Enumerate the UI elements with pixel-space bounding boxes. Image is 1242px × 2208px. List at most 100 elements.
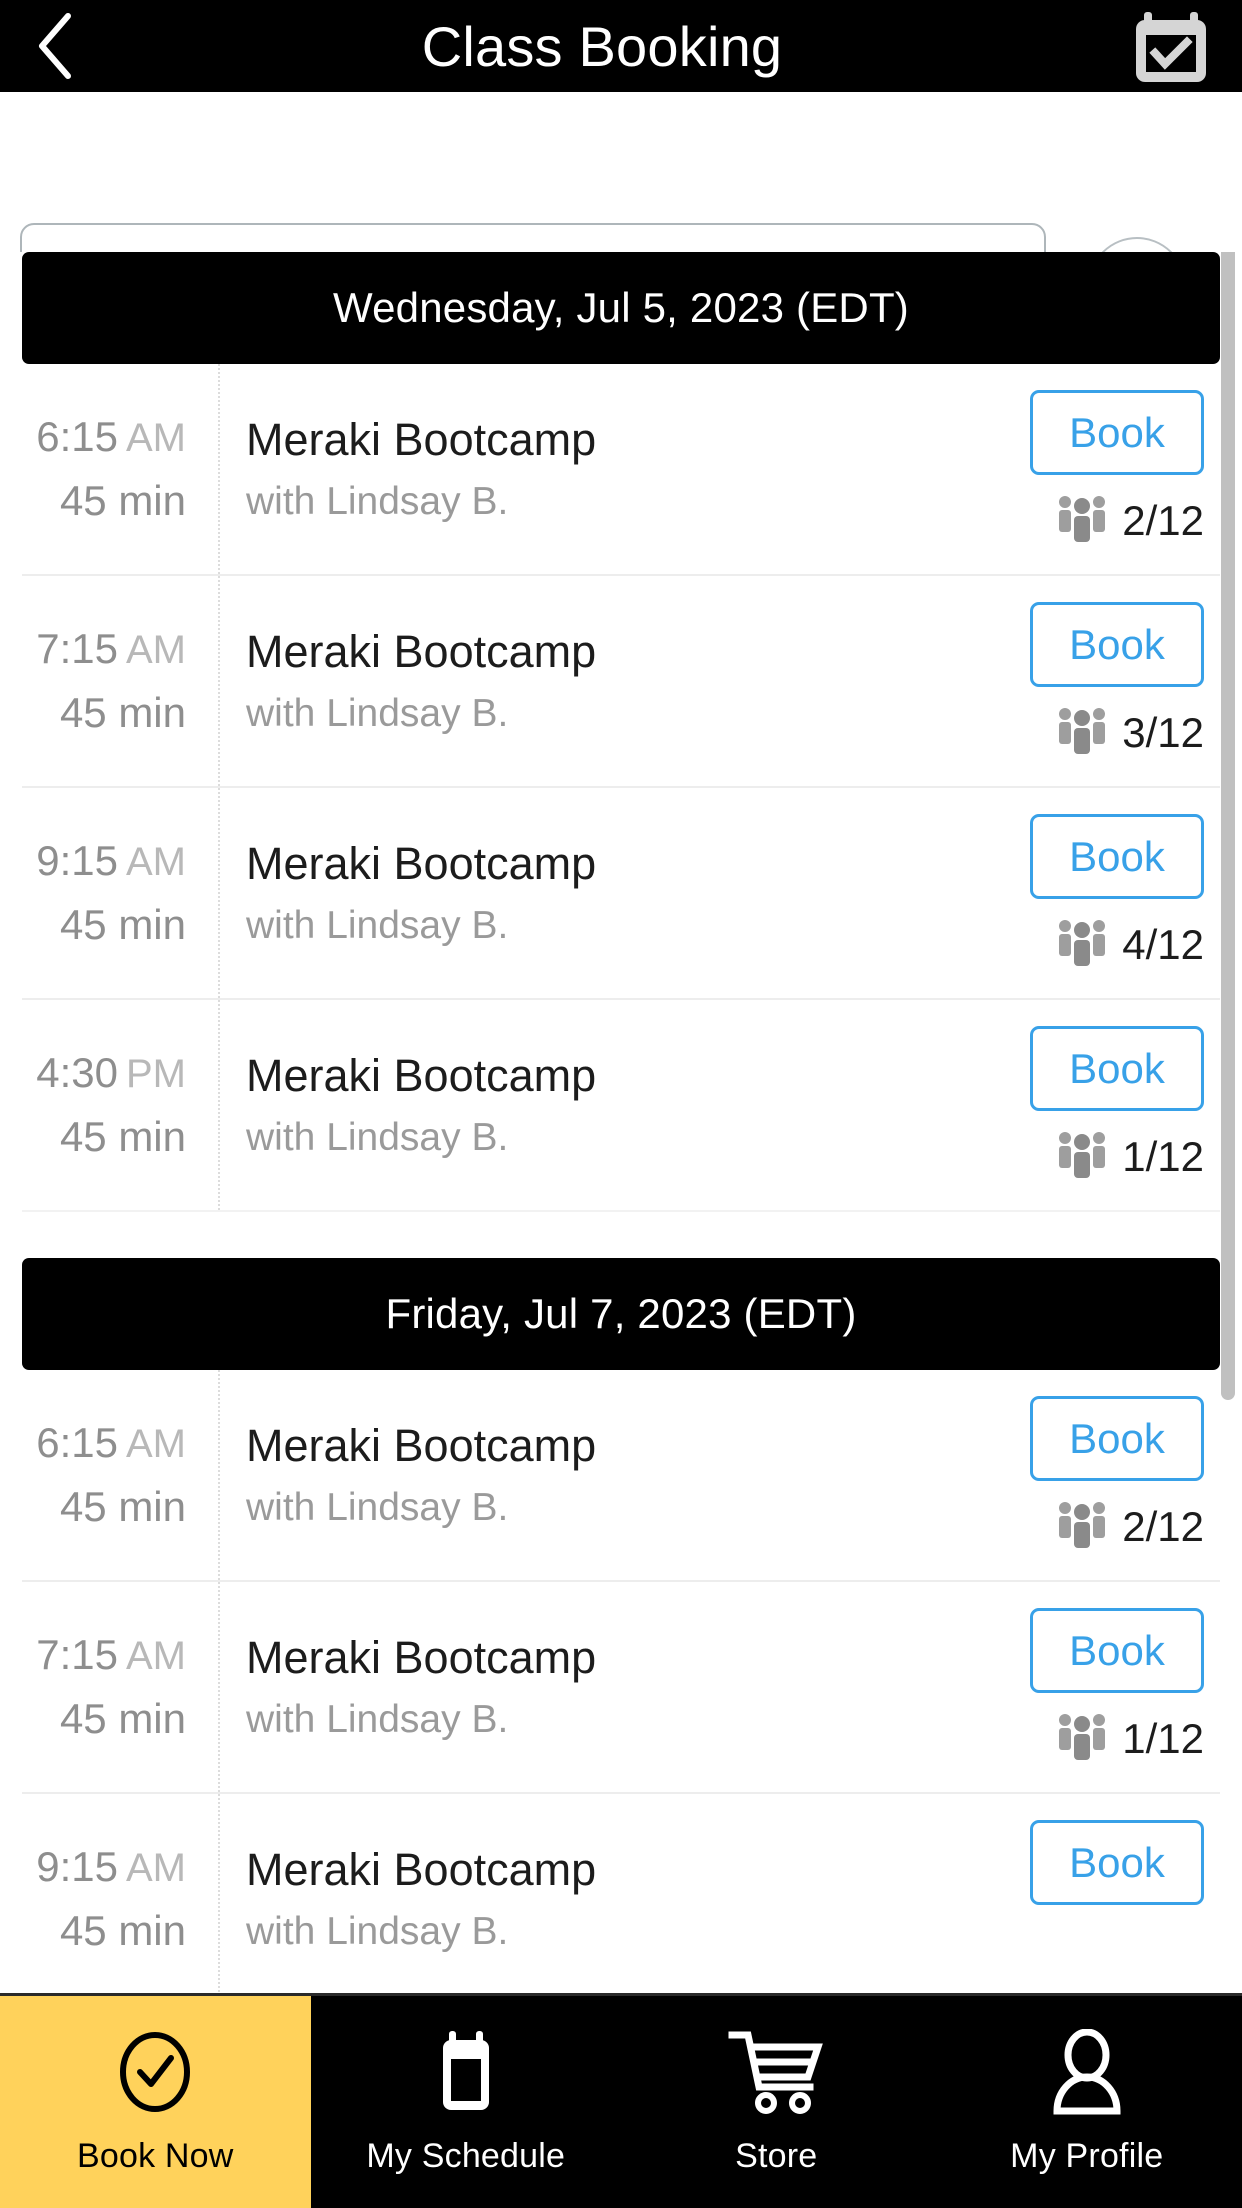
class-duration: 45 min	[59, 901, 186, 948]
class-info-column: Meraki Bootcamp with Lindsay B.	[218, 1050, 984, 1160]
class-action-column: Book 1/12	[984, 1608, 1220, 1766]
class-schedule-list[interactable]: Wednesday, Jul 5, 2023 (EDT) 6:15 AM 45 min…	[0, 252, 1242, 1992]
day-header: Friday, Jul 7, 2023 (EDT)	[22, 1258, 1220, 1370]
people-icon	[1059, 1714, 1106, 1760]
class-instructor: with Lindsay B.	[246, 692, 509, 735]
class-info-column: Meraki Bootcamp with Lindsay B.	[218, 1420, 984, 1530]
class-instructor: with Lindsay B.	[246, 1910, 509, 1953]
class-time-column: 7:15 AM 45 min	[22, 625, 218, 737]
class-time-column: 9:15 AM 45 min	[22, 1843, 218, 1955]
people-icon-wrap	[1054, 1129, 1110, 1184]
day-header-label: Wednesday, Jul 5, 2023 (EDT)	[333, 284, 909, 331]
row-divider	[218, 1582, 220, 1792]
day-header: Wednesday, Jul 5, 2023 (EDT)	[22, 252, 1220, 364]
book-button[interactable]: Book	[1030, 814, 1204, 899]
people-icon-wrap	[1054, 1711, 1110, 1766]
page-title: Class Booking	[421, 14, 783, 78]
nav-item-book-now[interactable]: Book Now	[0, 1996, 311, 2208]
class-capacity: 1/12	[1054, 1711, 1204, 1766]
class-action-column: Book 2/12	[984, 1396, 1220, 1554]
class-start-time: 6:15 AM	[36, 413, 186, 460]
class-capacity: 2/12	[1054, 1499, 1204, 1554]
class-start-time: 6:15 AM	[36, 1419, 186, 1466]
people-icon	[1059, 708, 1106, 754]
class-row[interactable]: 7:15 AM 45 min Meraki Bootcamp with Lindsay …	[22, 576, 1220, 788]
class-row[interactable]: 9:15 AM 45 min Meraki Bootcamp with Lindsay …	[22, 788, 1220, 1000]
people-icon-wrap	[1054, 705, 1110, 760]
people-icon-wrap	[1054, 493, 1110, 548]
day-section-gap	[0, 1212, 1242, 1258]
people-icon	[1059, 920, 1106, 966]
nav-item-my-schedule[interactable]: My Schedule	[311, 1996, 622, 2208]
class-row[interactable]: 6:15 AM 45 min Meraki Bootcamp with Lindsay …	[22, 364, 1220, 576]
class-action-column: Book 1/12	[984, 1026, 1220, 1184]
class-name: Meraki Bootcamp	[246, 626, 597, 677]
class-info-column: Meraki Bootcamp with Lindsay B.	[218, 1632, 984, 1742]
nav-label: Book Now	[76, 2136, 234, 2175]
class-info-column: Meraki Bootcamp with Lindsay B.	[218, 838, 984, 948]
class-instructor: with Lindsay B.	[246, 480, 509, 523]
class-duration: 45 min	[59, 1695, 186, 1742]
nav-item-my-profile[interactable]: My Profile	[932, 1996, 1242, 2208]
vertical-scrollbar[interactable]	[1221, 252, 1235, 1400]
class-duration: 45 min	[59, 477, 186, 524]
capacity-count: 2/12	[1122, 496, 1204, 544]
class-action-column: Book 4/12	[984, 814, 1220, 972]
person-icon	[1049, 2028, 1125, 2115]
class-name: Meraki Bootcamp	[246, 1632, 597, 1683]
class-row[interactable]: 4:30 PM 45 min Meraki Bootcamp with Lindsay …	[22, 1000, 1220, 1212]
calendar-check-icon	[1136, 12, 1206, 82]
class-start-time: 7:15 AM	[36, 1631, 186, 1678]
book-button[interactable]: Book	[1030, 390, 1204, 475]
class-time-column: 4:30 PM 45 min	[22, 1049, 218, 1161]
row-divider	[218, 1000, 220, 1210]
class-action-column: Book 3/12	[984, 602, 1220, 760]
class-info-column: Meraki Bootcamp with Lindsay B.	[218, 626, 984, 736]
class-row[interactable]: 7:15 AM 45 min Meraki Bootcamp with Lindsay …	[22, 1582, 1220, 1794]
nav-item-store[interactable]: Store	[621, 1996, 932, 2208]
book-button[interactable]: Book	[1030, 1396, 1204, 1481]
class-duration: 45 min	[59, 1907, 186, 1954]
class-action-column: Book	[984, 1820, 1220, 1978]
nav-label: My Profile	[1010, 2136, 1164, 2175]
book-button[interactable]: Book	[1030, 1608, 1204, 1693]
class-name: Meraki Bootcamp	[246, 1050, 597, 1101]
row-divider	[218, 1794, 220, 1992]
class-capacity: 3/12	[1054, 705, 1204, 760]
chevron-left-icon	[39, 13, 71, 79]
search-row	[0, 95, 1242, 348]
class-info-column: Meraki Bootcamp with Lindsay B.	[218, 1844, 984, 1954]
class-capacity: 4/12	[1054, 917, 1204, 972]
class-instructor: with Lindsay B.	[246, 1486, 509, 1529]
class-capacity: 1/12	[1054, 1129, 1204, 1184]
capacity-count: 1/12	[1122, 1714, 1204, 1762]
app-header: Class Booking	[0, 0, 1242, 92]
class-row[interactable]: 9:15 AM 45 min Meraki Bootcamp with Lindsay …	[22, 1794, 1220, 1992]
bottom-navigation: Book Now My Schedule Store My Profile	[0, 1993, 1242, 2208]
book-button[interactable]: Book	[1030, 1820, 1204, 1905]
class-time-column: 6:15 AM 45 min	[22, 1419, 218, 1531]
class-instructor: with Lindsay B.	[246, 1698, 509, 1741]
row-divider	[218, 788, 220, 998]
class-start-time: 9:15 AM	[36, 837, 186, 884]
class-time-column: 7:15 AM 45 min	[22, 1631, 218, 1743]
check-circle-icon	[115, 2029, 195, 2115]
nav-label: My Schedule	[366, 2136, 566, 2175]
class-row[interactable]: 6:15 AM 45 min Meraki Bootcamp with Lindsay …	[22, 1370, 1220, 1582]
shopping-cart-icon	[726, 2029, 826, 2115]
class-name: Meraki Bootcamp	[246, 838, 597, 889]
class-duration: 45 min	[59, 1483, 186, 1530]
people-icon	[1059, 496, 1106, 542]
row-divider	[218, 364, 220, 574]
class-name: Meraki Bootcamp	[246, 414, 597, 465]
row-divider	[218, 576, 220, 786]
class-start-time: 9:15 AM	[36, 1843, 186, 1890]
calendar-check-button[interactable]	[1114, 0, 1242, 92]
capacity-count: 1/12	[1122, 1132, 1204, 1180]
class-name: Meraki Bootcamp	[246, 1844, 597, 1895]
calendar-icon	[432, 2029, 500, 2115]
class-action-column: Book 2/12	[984, 390, 1220, 548]
book-button[interactable]: Book	[1030, 602, 1204, 687]
class-time-column: 9:15 AM 45 min	[22, 837, 218, 949]
book-button[interactable]: Book	[1030, 1026, 1204, 1111]
